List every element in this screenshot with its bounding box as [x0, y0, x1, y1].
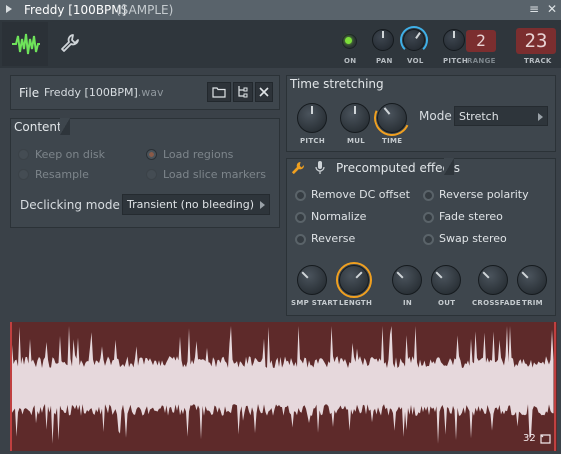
waveform-shape	[12, 326, 554, 444]
close-icon	[259, 87, 269, 97]
resample-label: Resample	[35, 168, 89, 181]
file-label: File	[19, 86, 40, 100]
chevron-right-icon	[538, 113, 543, 121]
ts-pitch-label: PITCH	[300, 137, 326, 145]
remove-dc-offset-label: Remove DC offset	[311, 188, 410, 201]
folder-icon	[212, 87, 226, 98]
chevron-right-icon	[260, 201, 265, 209]
on-label: ON	[344, 57, 357, 65]
pan-label: PAN	[376, 57, 393, 65]
out-knob[interactable]	[431, 265, 461, 295]
in-knob[interactable]	[392, 265, 422, 295]
precomputed-effects-header: Precomputed effects	[336, 161, 461, 175]
start-marker[interactable]	[10, 322, 12, 451]
keep-on-disk-radio[interactable]	[18, 149, 29, 160]
waveform-graph	[12, 326, 554, 444]
reverse-label: Reverse	[311, 232, 356, 245]
clear-file-button[interactable]	[255, 82, 273, 102]
close-window-icon[interactable]: ✕	[545, 2, 559, 16]
file-name[interactable]: Freddy [100BPM].wav	[44, 86, 164, 99]
reverse-polarity-label: Reverse polarity	[439, 188, 529, 201]
ts-time-knob[interactable]	[377, 103, 407, 133]
crossfade-knob[interactable]	[478, 265, 508, 295]
normalize-radio[interactable]	[295, 212, 306, 223]
pitch-knob[interactable]	[443, 29, 465, 51]
smp-start-label: SMP START	[291, 299, 338, 307]
open-file-button[interactable]	[207, 82, 231, 102]
file-name-ext: .wav	[137, 86, 164, 99]
keep-on-disk-label: Keep on disk	[35, 148, 106, 161]
loop-icon[interactable]	[540, 434, 551, 444]
ts-mul-label: MUL	[347, 137, 366, 145]
window-title: Freddy [100BPM]	[24, 3, 127, 17]
time-stretching-header: Time stretching	[290, 77, 384, 91]
load-slice-markers-label: Load slice markers	[163, 168, 267, 181]
swap-stereo-radio[interactable]	[423, 234, 434, 245]
trim-knob[interactable]	[517, 265, 547, 295]
normalize-label: Normalize	[311, 210, 367, 223]
load-regions-label: Load regions	[163, 148, 234, 161]
range-label: RANGE	[467, 57, 496, 65]
fade-stereo-radio[interactable]	[423, 212, 434, 223]
ts-time-label: TIME	[382, 137, 403, 145]
mode-value: Stretch	[459, 110, 499, 123]
load-regions-radio[interactable]	[146, 149, 157, 160]
pitch-label: PITCH	[443, 57, 469, 65]
file-name-base: Freddy [100BPM]	[44, 86, 138, 99]
in-label: IN	[403, 299, 413, 307]
reverse-radio[interactable]	[295, 234, 306, 245]
zoom-value: 32	[523, 433, 536, 444]
range-display[interactable]: 2	[466, 30, 496, 52]
content-header: Content	[14, 120, 62, 134]
resample-radio[interactable]	[18, 169, 29, 180]
vol-knob[interactable]	[403, 29, 425, 51]
ts-pitch-knob[interactable]	[297, 103, 327, 133]
length-knob[interactable]	[339, 265, 369, 295]
smp-start-knob[interactable]	[297, 265, 327, 295]
declicking-mode-select[interactable]: Transient (no bleeding)	[122, 194, 270, 215]
waveform-display[interactable]: 32	[10, 322, 557, 451]
track-label: TRACK	[524, 57, 552, 65]
tree-icon	[238, 86, 248, 98]
wrench-icon[interactable]	[291, 161, 305, 175]
declicking-label: Declicking mode	[20, 198, 120, 212]
declicking-mode-value: Transient (no bleeding)	[127, 198, 255, 211]
menu-icon[interactable]: ≡	[527, 2, 541, 16]
reverse-polarity-radio[interactable]	[423, 190, 434, 201]
load-slice-markers-radio[interactable]	[146, 169, 157, 180]
window-subtitle: (SAMPLE)	[116, 3, 174, 17]
waveform-icon	[12, 33, 40, 55]
crossfade-label: CROSSFADE	[472, 299, 521, 307]
end-marker[interactable]	[554, 322, 556, 451]
microphone-icon[interactable]	[315, 160, 325, 175]
trim-label: TRIM	[522, 299, 543, 307]
wrench-icon[interactable]	[60, 33, 80, 53]
length-label: LENGTH	[339, 299, 373, 307]
mode-select[interactable]: Stretch	[454, 106, 548, 126]
collapse-arrow-icon[interactable]	[6, 5, 12, 13]
content-header-tab	[60, 118, 70, 135]
mode-label: Mode	[419, 109, 452, 123]
browse-tree-button[interactable]	[233, 82, 253, 102]
vol-label: VOL	[407, 57, 424, 65]
remove-dc-offset-radio[interactable]	[295, 190, 306, 201]
on-led[interactable]	[342, 34, 357, 49]
track-display[interactable]: 23	[516, 28, 556, 54]
pan-knob[interactable]	[372, 29, 394, 51]
ts-mul-knob[interactable]	[340, 103, 370, 133]
tab-sample[interactable]	[2, 22, 48, 66]
precomputed-header-tab	[444, 158, 454, 175]
fade-stereo-label: Fade stereo	[439, 210, 503, 223]
swap-stereo-label: Swap stereo	[439, 232, 507, 245]
out-label: OUT	[438, 299, 456, 307]
